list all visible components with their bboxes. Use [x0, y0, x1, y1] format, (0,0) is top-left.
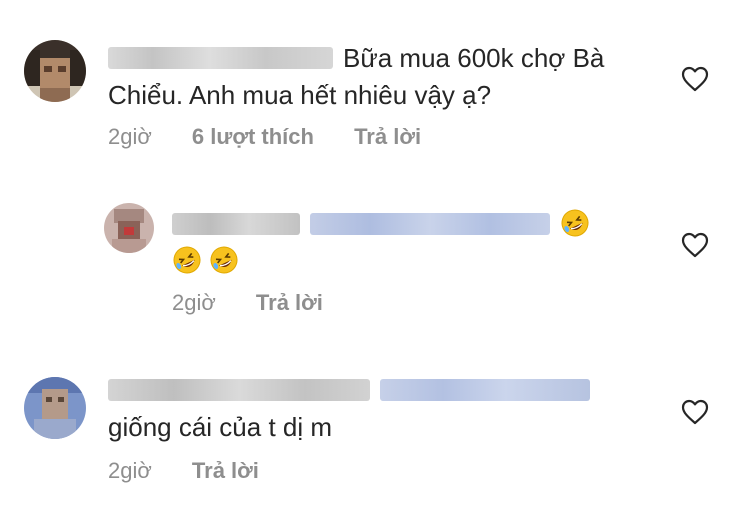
reply-comment-item: 2giờ Trả lời — [0, 170, 750, 335]
comment-body — [172, 206, 642, 280]
timestamp: 2giờ — [108, 124, 152, 149]
timestamp: 2giờ — [172, 290, 216, 315]
reply-button[interactable]: Trả lời — [192, 458, 259, 484]
comment-meta: 2giờ Trả lời — [108, 458, 293, 484]
avatar[interactable] — [104, 203, 154, 253]
username-blurred[interactable] — [108, 379, 370, 401]
mention-blurred[interactable] — [380, 379, 590, 401]
username-blurred[interactable] — [108, 47, 333, 69]
username-blurred[interactable] — [172, 213, 300, 235]
comment-body: giống cái của t dị m — [108, 372, 648, 446]
comment-body: Bữa mua 600k chợ Bà Chiểu. Anh mua hết n… — [108, 40, 648, 114]
heart-outline-icon[interactable] — [681, 232, 709, 258]
reply-button[interactable]: Trả lời — [256, 290, 323, 316]
timestamp: 2giờ — [108, 458, 152, 483]
comment-item: Bữa mua 600k chợ Bà Chiểu. Anh mua hết n… — [0, 0, 750, 170]
heart-outline-icon[interactable] — [681, 66, 709, 92]
rolling-on-the-floor-laughing-emoji — [173, 246, 201, 274]
heart-outline-icon[interactable] — [681, 399, 709, 425]
rolling-on-the-floor-laughing-emoji — [561, 209, 589, 237]
reply-button[interactable]: Trả lời — [354, 124, 421, 150]
comment-item: giống cái của t dị m 2giờ Trả lời — [0, 335, 750, 524]
avatar[interactable] — [24, 377, 86, 439]
comment-meta: 2giờ 6 lượt thích Trả lời — [108, 124, 455, 150]
comment-text: giống cái của t dị m — [108, 412, 333, 442]
rolling-on-the-floor-laughing-emoji — [210, 246, 238, 274]
avatar[interactable] — [24, 40, 86, 102]
mention-blurred[interactable] — [310, 213, 550, 235]
likes-count-link[interactable]: 6 lượt thích — [192, 124, 314, 150]
comment-meta: 2giờ Trả lời — [172, 290, 357, 316]
